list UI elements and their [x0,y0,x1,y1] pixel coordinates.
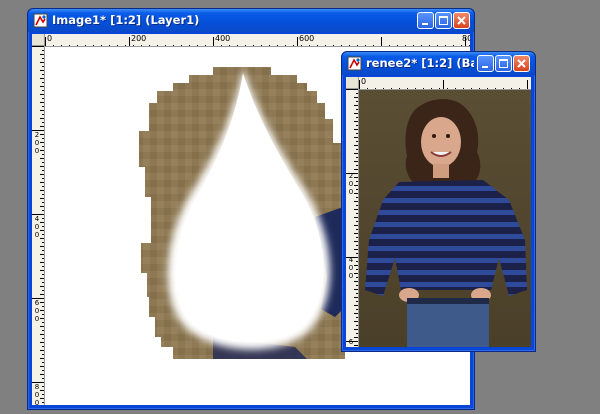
image1-title: Image1* [1:2] (Layer1) [52,13,200,27]
face [421,117,461,167]
ruler-label: 600 [299,34,315,43]
ruler-label: 0 [34,231,40,239]
ruler-label: 400 [215,34,231,43]
ruler-label: 4 [34,215,40,223]
ruler-label: 0 [34,139,40,147]
image1-title-bar[interactable]: Image1* [1:2] (Layer1) [28,9,474,32]
horizontal-ruler: 0 [359,77,531,90]
ruler-label: 2 [348,172,354,180]
close-button[interactable] [513,55,530,72]
renee2-title-bar[interactable]: renee2* [1:2] (Bac... [342,52,535,75]
renee2-client-area: 0 2 0 0 4 0 0 6 [346,77,531,347]
close-button[interactable] [453,12,470,29]
renee2-canvas[interactable] [359,90,531,347]
ruler-ticks [45,37,470,46]
maximize-button[interactable] [435,12,452,29]
ruler-label: 800 [462,34,470,43]
maximize-button[interactable] [495,55,512,72]
minimize-button[interactable] [477,55,494,72]
ruler-corner [32,34,45,46]
close-icon [457,16,466,25]
ruler-label: 0 [348,264,354,272]
vertical-ruler: 2 0 0 4 0 0 6 0 0 8 0 0 [32,46,45,405]
ruler-label: 0 [348,180,354,188]
ruler-label: 6 [34,299,40,307]
ruler-ticks [346,89,358,346]
ruler-label: 0 [34,147,40,155]
paint-document-icon [347,56,362,71]
ruler-label: 2 [34,131,40,139]
minimize-icon [482,66,488,68]
minimize-button[interactable] [417,12,434,29]
jeans [407,298,489,347]
renee2-window[interactable]: renee2* [1:2] (Bac... 0 2 0 0 4 0 [341,51,536,352]
ruler-label: 6 [348,338,354,346]
ruler-ticks [359,80,528,89]
ruler-label: 8 [34,383,40,391]
paint-document-icon [33,13,48,28]
ruler-label: 0 [34,315,40,323]
ruler-label: 0 [47,34,53,43]
ruler-label: 0 [34,223,40,231]
ruler-label: 0 [34,307,40,315]
horizontal-ruler: 0 200 400 600 800 [45,34,470,47]
portrait-photo [359,90,531,347]
minimize-icon [422,23,428,25]
ruler-corner [346,77,359,89]
ruler-label: 0 [34,399,40,406]
vertical-ruler: 2 0 0 4 0 0 6 [346,89,359,347]
ruler-label: 200 [131,34,147,43]
close-icon [517,59,526,68]
ruler-label: 4 [348,256,354,264]
maximize-icon [499,59,508,68]
maximize-icon [439,16,448,25]
renee2-title: renee2* [1:2] (Bac... [366,56,474,70]
ruler-label: 0 [348,272,354,280]
ruler-label: 0 [348,188,354,196]
ruler-label: 0 [34,391,40,399]
ruler-label: 0 [361,77,367,86]
